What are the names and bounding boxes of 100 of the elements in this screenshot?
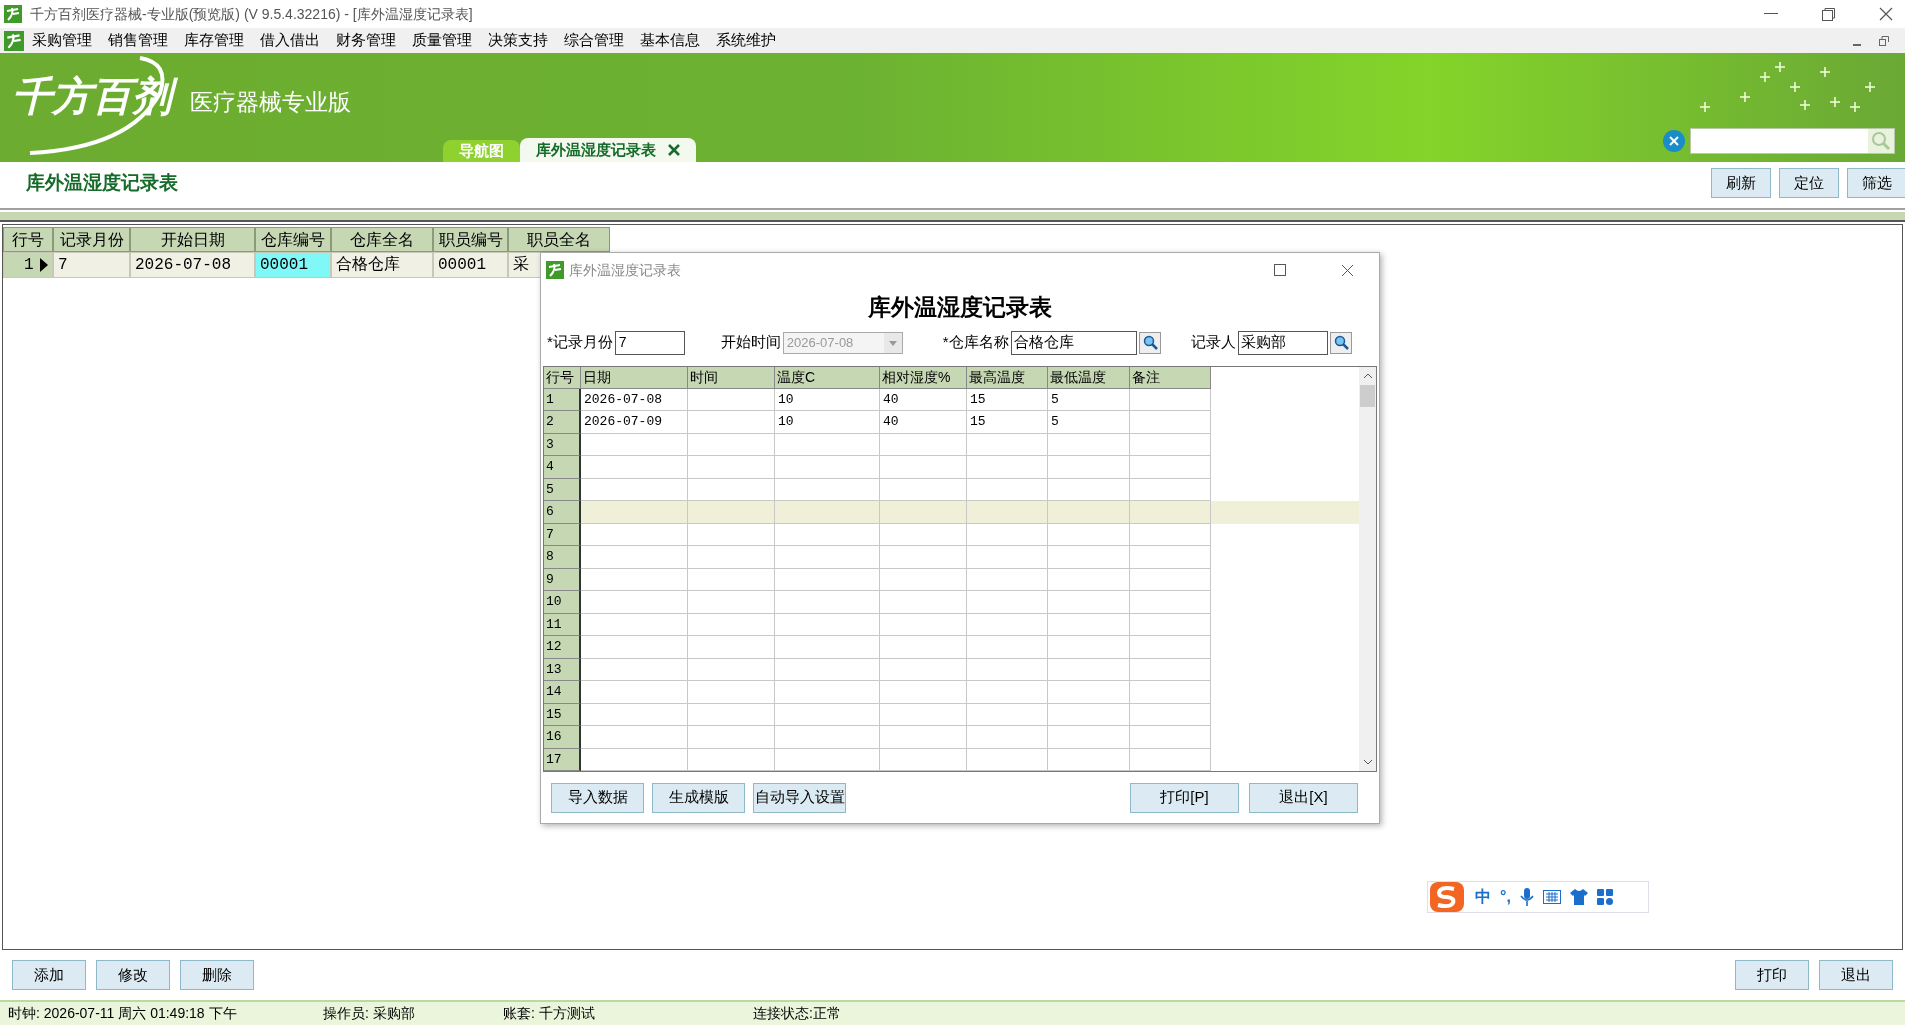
status-text: 连接状态:正常 <box>753 1004 841 1023</box>
field-label: *仓库名称 <box>942 332 1009 353</box>
keyboard-icon[interactable] <box>1542 890 1561 904</box>
field-label: 开始时间 <box>720 332 781 353</box>
table-cell: 5 <box>1048 411 1130 434</box>
column-header[interactable]: 开始日期 <box>130 227 255 252</box>
dialog-button[interactable]: 打印[P] <box>1130 782 1239 813</box>
status-text: 账套: 千方测试 <box>503 1004 596 1023</box>
row-number: 14 <box>544 681 581 704</box>
column-header[interactable]: 职员编号 <box>433 227 508 252</box>
row-number: 1 <box>24 255 34 276</box>
product-name: 医疗器械专业版 <box>190 87 351 117</box>
close-icon[interactable] <box>1341 263 1354 277</box>
toolbar-button[interactable]: 刷新 <box>1711 168 1771 198</box>
ime-punctuation[interactable]: °, <box>1500 885 1511 909</box>
column-header[interactable]: 相对湿度% <box>880 366 967 389</box>
mdi-restore-icon[interactable] <box>1879 35 1889 46</box>
menu-item[interactable]: 采购管理 <box>24 29 100 52</box>
menu-item[interactable]: 基本信息 <box>632 29 708 52</box>
minimize-icon[interactable] <box>1764 13 1778 15</box>
close-tab-icon[interactable] <box>668 144 680 156</box>
grid-icon[interactable] <box>1596 889 1613 905</box>
column-header[interactable]: 时间 <box>688 366 775 389</box>
row-number: 7 <box>544 523 581 546</box>
shirt-icon[interactable] <box>1569 889 1588 905</box>
dialog-button[interactable]: 退出[X] <box>1249 782 1358 813</box>
menu-item[interactable]: 质量管理 <box>404 29 480 52</box>
dialog-heading: 库外温湿度记录表 <box>868 294 1052 322</box>
footer-button[interactable]: 删除 <box>180 960 254 990</box>
maximize-icon[interactable] <box>1274 264 1286 276</box>
field-label: 记录人 <box>1190 332 1236 353</box>
row-number: 13 <box>544 658 581 681</box>
column-header[interactable]: 日期 <box>581 366 688 389</box>
app-logo-icon <box>4 30 24 51</box>
ime-mode[interactable]: 中 <box>1475 885 1491 909</box>
footer-button[interactable]: 添加 <box>12 960 86 990</box>
column-header[interactable]: 最低温度 <box>1048 366 1130 389</box>
menu-item[interactable]: 销售管理 <box>100 29 176 52</box>
row-number: 12 <box>544 636 581 659</box>
row-number: 10 <box>544 591 581 614</box>
lookup-field[interactable]: 采购部 <box>1237 330 1328 355</box>
footer-button[interactable]: 退出 <box>1819 960 1893 990</box>
window-title: 千方百剂医疗器械-专业版(预览版) (V 9.5.4.32216) - [库外温湿度记录表] <box>30 4 473 24</box>
menu-item[interactable]: 财务管理 <box>328 29 404 52</box>
column-header[interactable]: 记录月份 <box>53 227 130 252</box>
footer-button[interactable]: 修改 <box>96 960 170 990</box>
menu-item[interactable]: 系统维护 <box>708 29 784 52</box>
row-number: 17 <box>544 748 581 771</box>
table-cell: 10 <box>775 411 880 434</box>
table-cell: 15 <box>967 411 1048 434</box>
microphone-icon[interactable] <box>1519 888 1534 906</box>
search-icon[interactable] <box>1138 331 1161 354</box>
dialog-button[interactable]: 自动导入设置 <box>753 782 846 813</box>
column-header[interactable]: 最高温度 <box>967 366 1048 389</box>
splitter-bar[interactable] <box>0 212 1905 222</box>
menu-item[interactable]: 库存管理 <box>176 29 252 52</box>
row-number: 3 <box>544 433 581 456</box>
column-header[interactable]: 行号 <box>544 366 581 389</box>
menu-item[interactable]: 综合管理 <box>556 29 632 52</box>
dialog-button[interactable]: 导入数据 <box>551 782 644 813</box>
column-header[interactable]: 仓库全名 <box>331 227 433 252</box>
status-text: 操作员: 采购部 <box>323 1004 416 1023</box>
tab[interactable]: 库外温湿度记录表 <box>520 138 696 162</box>
row-number: 9 <box>544 568 581 591</box>
app-logo-icon <box>546 261 564 279</box>
column-header[interactable]: 仓库编号 <box>255 227 331 252</box>
row-number: 2 <box>544 411 581 434</box>
status-text: 时钟: 2026-07-11 周六 01:49:18 下午 <box>8 1004 238 1023</box>
table-cell: 00001 <box>255 252 331 278</box>
column-header[interactable]: 温度C <box>775 366 880 389</box>
search-icon[interactable] <box>1329 331 1352 354</box>
menu-item[interactable]: 借入借出 <box>252 29 328 52</box>
search-field[interactable] <box>1690 128 1895 154</box>
toolbar-button[interactable]: 定位 <box>1779 168 1839 198</box>
column-header[interactable]: 备注 <box>1130 366 1211 389</box>
toolbar-button[interactable]: 筛选 <box>1847 168 1905 198</box>
table-cell: 合格仓库 <box>331 252 433 278</box>
menu-item[interactable]: 决策支持 <box>480 29 556 52</box>
table-cell: 00001 <box>433 252 508 278</box>
field-label: *记录月份 <box>547 332 613 353</box>
app-logo-icon <box>4 5 22 23</box>
column-header[interactable]: 行号 <box>3 227 53 252</box>
restore-icon[interactable] <box>1822 7 1835 21</box>
clear-icon[interactable] <box>1663 130 1685 152</box>
footer-button[interactable]: 打印 <box>1735 960 1809 990</box>
lookup-field[interactable]: 合格仓库 <box>1010 330 1137 355</box>
row-number: 4 <box>544 456 581 479</box>
scroll-thumb[interactable] <box>1360 384 1375 407</box>
dialog-button[interactable]: 生成模版 <box>652 782 745 813</box>
ime-logo-icon[interactable] <box>1428 880 1466 914</box>
text-field[interactable]: 7 <box>614 330 685 355</box>
table-cell: 7 <box>53 252 130 278</box>
column-header[interactable]: 职员全名 <box>508 227 610 252</box>
row-number: 15 <box>544 703 581 726</box>
close-icon[interactable] <box>1879 7 1893 21</box>
table-cell: 2026-07-09 <box>581 411 688 434</box>
row-number: 6 <box>544 501 581 524</box>
grid-row[interactable]: 6 <box>544 501 1359 524</box>
page-title: 库外温湿度记录表 <box>26 170 178 195</box>
scrollbar[interactable] <box>1359 366 1376 771</box>
